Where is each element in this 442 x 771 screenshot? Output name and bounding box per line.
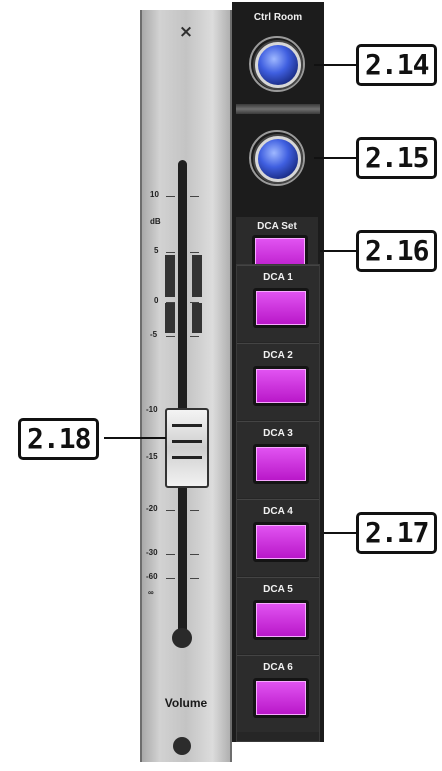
level-meter-right-lower bbox=[192, 303, 202, 333]
callout-2-18: 2.18 bbox=[18, 418, 100, 460]
callout-2-17: 2.17 bbox=[356, 512, 438, 554]
dca-cell-5: DCA 5 bbox=[237, 577, 319, 654]
dca-4-button[interactable] bbox=[253, 522, 309, 562]
scale-label-db: dB bbox=[150, 217, 161, 226]
dca-cell-4: DCA 4 bbox=[237, 499, 319, 576]
callout-leader-2-18 bbox=[104, 437, 166, 439]
callout-2-14: 2.14 bbox=[356, 44, 438, 86]
scale-label-m10: -10 bbox=[146, 405, 158, 414]
scale-tick bbox=[190, 302, 199, 303]
scale-tick bbox=[190, 196, 199, 197]
dca-3-button[interactable] bbox=[253, 444, 309, 484]
callout-2-15: 2.15 bbox=[356, 137, 438, 179]
dca-5-label: DCA 5 bbox=[263, 584, 293, 595]
callout-2-16: 2.16 bbox=[356, 230, 438, 272]
fader-cap[interactable] bbox=[165, 408, 209, 488]
callout-leader-2-14 bbox=[314, 64, 358, 66]
fader-cap-line bbox=[172, 440, 202, 443]
ctrl-room-knob[interactable] bbox=[255, 42, 301, 88]
scale-tick bbox=[190, 510, 199, 511]
level-meter-right bbox=[192, 255, 202, 297]
scale-label-5: 5 bbox=[154, 246, 159, 255]
ctrl-room-label: Ctrl Room bbox=[253, 12, 303, 23]
scale-label-m20: -20 bbox=[146, 504, 158, 513]
dca-set-label: DCA Set bbox=[257, 221, 297, 232]
scale-tick bbox=[190, 578, 199, 579]
fader-cap-line bbox=[172, 456, 202, 459]
scale-tick bbox=[166, 196, 175, 197]
scale-label-0: 0 bbox=[154, 296, 159, 305]
second-knob[interactable] bbox=[255, 136, 301, 182]
scale-tick bbox=[190, 554, 199, 555]
dca-cell-3: DCA 3 bbox=[237, 421, 319, 498]
fader-strip: × 10 dB 5 0 -5 -10 -15 -20 -30 -60 ∞ Vol… bbox=[140, 10, 232, 762]
scale-label-m30: -30 bbox=[146, 548, 158, 557]
close-icon[interactable]: × bbox=[142, 22, 230, 42]
level-meter-left-lower bbox=[165, 303, 175, 333]
scale-tick bbox=[190, 336, 199, 337]
dca-2-button[interactable] bbox=[253, 366, 309, 406]
scale-tick bbox=[166, 336, 175, 337]
dca-cell-2: DCA 2 bbox=[237, 343, 319, 420]
dca-group: DCA 1 DCA 2 DCA 3 DCA 4 DCA 5 DCA 6 bbox=[236, 264, 320, 742]
scale-tick bbox=[166, 578, 175, 579]
dca-6-label: DCA 6 bbox=[263, 662, 293, 673]
scale-tick bbox=[166, 252, 175, 253]
scale-tick bbox=[166, 302, 175, 303]
dca-cell-1: DCA 1 bbox=[237, 265, 319, 342]
volume-dot-icon[interactable] bbox=[173, 737, 191, 755]
scale-label-m60: -60 bbox=[146, 572, 158, 581]
fader-track-end bbox=[172, 628, 192, 648]
scale-tick bbox=[166, 510, 175, 511]
scale-label-m15: -15 bbox=[146, 452, 158, 461]
fader-cap-line bbox=[172, 424, 202, 427]
callout-leader-2-15 bbox=[314, 157, 358, 159]
level-meter-left bbox=[165, 255, 175, 297]
dca-cell-6: DCA 6 bbox=[237, 655, 319, 732]
volume-label: Volume bbox=[164, 696, 208, 710]
dca-1-label: DCA 1 bbox=[263, 272, 293, 283]
callout-leader-2-16 bbox=[320, 250, 358, 252]
scale-tick bbox=[166, 554, 175, 555]
scale-label-10: 10 bbox=[150, 190, 159, 199]
dca-3-label: DCA 3 bbox=[263, 428, 293, 439]
fader-track[interactable] bbox=[178, 160, 187, 644]
control-panel: Ctrl Room DCA Set DCA 1 DCA 2 DCA 3 DCA … bbox=[232, 2, 324, 742]
scale-tick bbox=[190, 252, 199, 253]
scale-label-m5: -5 bbox=[150, 330, 158, 339]
divider-bar bbox=[236, 104, 320, 114]
dca-4-label: DCA 4 bbox=[263, 506, 293, 517]
callout-leader-2-17 bbox=[324, 532, 358, 534]
dca-1-button[interactable] bbox=[253, 288, 309, 328]
dca-5-button[interactable] bbox=[253, 600, 309, 640]
scale-label-inf: ∞ bbox=[148, 588, 154, 597]
dca-2-label: DCA 2 bbox=[263, 350, 293, 361]
dca-6-button[interactable] bbox=[253, 678, 309, 718]
